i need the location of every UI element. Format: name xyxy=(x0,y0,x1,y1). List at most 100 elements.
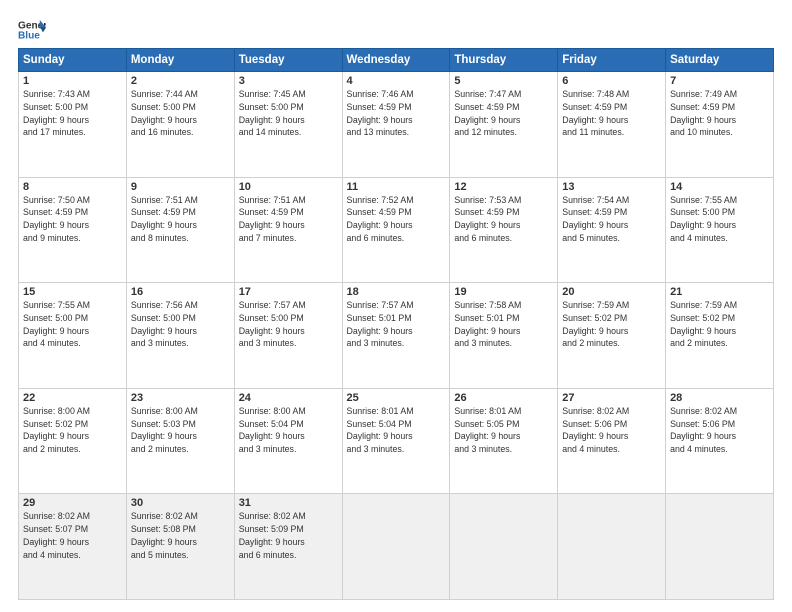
day-number: 8 xyxy=(23,181,122,193)
table-row: 23Sunrise: 8:00 AMSunset: 5:03 PMDayligh… xyxy=(126,388,234,494)
col-tuesday: Tuesday xyxy=(234,49,342,72)
col-monday: Monday xyxy=(126,49,234,72)
day-info: Sunrise: 8:02 AMSunset: 5:06 PMDaylight:… xyxy=(670,405,769,456)
table-row: 17Sunrise: 7:57 AMSunset: 5:00 PMDayligh… xyxy=(234,283,342,389)
day-number: 6 xyxy=(562,75,661,87)
day-info: Sunrise: 7:57 AMSunset: 5:00 PMDaylight:… xyxy=(239,299,338,350)
day-number: 5 xyxy=(454,75,553,87)
day-info: Sunrise: 8:01 AMSunset: 5:05 PMDaylight:… xyxy=(454,405,553,456)
day-info: Sunrise: 8:02 AMSunset: 5:09 PMDaylight:… xyxy=(239,510,338,561)
day-info: Sunrise: 7:55 AMSunset: 5:00 PMDaylight:… xyxy=(23,299,122,350)
table-row: 5Sunrise: 7:47 AMSunset: 4:59 PMDaylight… xyxy=(450,72,558,178)
col-wednesday: Wednesday xyxy=(342,49,450,72)
svg-text:Blue: Blue xyxy=(18,31,40,42)
day-info: Sunrise: 7:59 AMSunset: 5:02 PMDaylight:… xyxy=(670,299,769,350)
day-info: Sunrise: 7:45 AMSunset: 5:00 PMDaylight:… xyxy=(239,88,338,139)
table-row: 31Sunrise: 8:02 AMSunset: 5:09 PMDayligh… xyxy=(234,494,342,600)
day-number: 13 xyxy=(562,181,661,193)
table-row: 1Sunrise: 7:43 AMSunset: 5:00 PMDaylight… xyxy=(19,72,127,178)
day-number: 20 xyxy=(562,286,661,298)
day-info: Sunrise: 7:55 AMSunset: 5:00 PMDaylight:… xyxy=(670,194,769,245)
day-number: 17 xyxy=(239,286,338,298)
day-info: Sunrise: 7:50 AMSunset: 4:59 PMDaylight:… xyxy=(23,194,122,245)
table-row: 16Sunrise: 7:56 AMSunset: 5:00 PMDayligh… xyxy=(126,283,234,389)
table-row: 19Sunrise: 7:58 AMSunset: 5:01 PMDayligh… xyxy=(450,283,558,389)
day-info: Sunrise: 7:44 AMSunset: 5:00 PMDaylight:… xyxy=(131,88,230,139)
table-row: 8Sunrise: 7:50 AMSunset: 4:59 PMDaylight… xyxy=(19,177,127,283)
day-number: 23 xyxy=(131,392,230,404)
day-info: Sunrise: 7:47 AMSunset: 4:59 PMDaylight:… xyxy=(454,88,553,139)
day-number: 14 xyxy=(670,181,769,193)
day-number: 22 xyxy=(23,392,122,404)
logo: General Blue xyxy=(18,18,48,42)
day-number: 15 xyxy=(23,286,122,298)
day-info: Sunrise: 7:59 AMSunset: 5:02 PMDaylight:… xyxy=(562,299,661,350)
day-number: 25 xyxy=(347,392,446,404)
col-friday: Friday xyxy=(558,49,666,72)
table-row: 3Sunrise: 7:45 AMSunset: 5:00 PMDaylight… xyxy=(234,72,342,178)
day-info: Sunrise: 7:48 AMSunset: 4:59 PMDaylight:… xyxy=(562,88,661,139)
day-number: 28 xyxy=(670,392,769,404)
day-info: Sunrise: 7:53 AMSunset: 4:59 PMDaylight:… xyxy=(454,194,553,245)
day-info: Sunrise: 7:57 AMSunset: 5:01 PMDaylight:… xyxy=(347,299,446,350)
table-row xyxy=(450,494,558,600)
day-number: 12 xyxy=(454,181,553,193)
day-number: 9 xyxy=(131,181,230,193)
day-number: 30 xyxy=(131,497,230,509)
table-row: 6Sunrise: 7:48 AMSunset: 4:59 PMDaylight… xyxy=(558,72,666,178)
table-row: 30Sunrise: 8:02 AMSunset: 5:08 PMDayligh… xyxy=(126,494,234,600)
logo-icon: General Blue xyxy=(18,18,46,42)
day-info: Sunrise: 7:51 AMSunset: 4:59 PMDaylight:… xyxy=(131,194,230,245)
col-saturday: Saturday xyxy=(666,49,774,72)
day-number: 26 xyxy=(454,392,553,404)
table-row: 29Sunrise: 8:02 AMSunset: 5:07 PMDayligh… xyxy=(19,494,127,600)
day-info: Sunrise: 7:46 AMSunset: 4:59 PMDaylight:… xyxy=(347,88,446,139)
table-row: 28Sunrise: 8:02 AMSunset: 5:06 PMDayligh… xyxy=(666,388,774,494)
table-row: 22Sunrise: 8:00 AMSunset: 5:02 PMDayligh… xyxy=(19,388,127,494)
table-row xyxy=(558,494,666,600)
day-number: 27 xyxy=(562,392,661,404)
day-info: Sunrise: 7:52 AMSunset: 4:59 PMDaylight:… xyxy=(347,194,446,245)
table-row: 15Sunrise: 7:55 AMSunset: 5:00 PMDayligh… xyxy=(19,283,127,389)
day-info: Sunrise: 7:49 AMSunset: 4:59 PMDaylight:… xyxy=(670,88,769,139)
col-thursday: Thursday xyxy=(450,49,558,72)
table-row: 18Sunrise: 7:57 AMSunset: 5:01 PMDayligh… xyxy=(342,283,450,389)
day-number: 11 xyxy=(347,181,446,193)
day-info: Sunrise: 7:54 AMSunset: 4:59 PMDaylight:… xyxy=(562,194,661,245)
day-number: 24 xyxy=(239,392,338,404)
day-number: 21 xyxy=(670,286,769,298)
table-row: 10Sunrise: 7:51 AMSunset: 4:59 PMDayligh… xyxy=(234,177,342,283)
table-row: 7Sunrise: 7:49 AMSunset: 4:59 PMDaylight… xyxy=(666,72,774,178)
table-row: 12Sunrise: 7:53 AMSunset: 4:59 PMDayligh… xyxy=(450,177,558,283)
day-info: Sunrise: 8:00 AMSunset: 5:02 PMDaylight:… xyxy=(23,405,122,456)
day-number: 4 xyxy=(347,75,446,87)
day-number: 29 xyxy=(23,497,122,509)
day-number: 16 xyxy=(131,286,230,298)
day-number: 7 xyxy=(670,75,769,87)
day-info: Sunrise: 8:02 AMSunset: 5:06 PMDaylight:… xyxy=(562,405,661,456)
col-sunday: Sunday xyxy=(19,49,127,72)
day-info: Sunrise: 7:58 AMSunset: 5:01 PMDaylight:… xyxy=(454,299,553,350)
day-number: 19 xyxy=(454,286,553,298)
day-info: Sunrise: 8:02 AMSunset: 5:08 PMDaylight:… xyxy=(131,510,230,561)
day-info: Sunrise: 7:51 AMSunset: 4:59 PMDaylight:… xyxy=(239,194,338,245)
day-info: Sunrise: 8:00 AMSunset: 5:03 PMDaylight:… xyxy=(131,405,230,456)
table-row: 26Sunrise: 8:01 AMSunset: 5:05 PMDayligh… xyxy=(450,388,558,494)
day-info: Sunrise: 8:01 AMSunset: 5:04 PMDaylight:… xyxy=(347,405,446,456)
table-row: 21Sunrise: 7:59 AMSunset: 5:02 PMDayligh… xyxy=(666,283,774,389)
table-row xyxy=(342,494,450,600)
day-info: Sunrise: 8:02 AMSunset: 5:07 PMDaylight:… xyxy=(23,510,122,561)
table-row: 4Sunrise: 7:46 AMSunset: 4:59 PMDaylight… xyxy=(342,72,450,178)
table-row: 27Sunrise: 8:02 AMSunset: 5:06 PMDayligh… xyxy=(558,388,666,494)
day-number: 18 xyxy=(347,286,446,298)
calendar: Sunday Monday Tuesday Wednesday Thursday… xyxy=(18,48,774,600)
table-row: 9Sunrise: 7:51 AMSunset: 4:59 PMDaylight… xyxy=(126,177,234,283)
table-row: 24Sunrise: 8:00 AMSunset: 5:04 PMDayligh… xyxy=(234,388,342,494)
day-number: 3 xyxy=(239,75,338,87)
day-number: 10 xyxy=(239,181,338,193)
page-header: General Blue xyxy=(18,18,774,42)
table-row: 2Sunrise: 7:44 AMSunset: 5:00 PMDaylight… xyxy=(126,72,234,178)
day-number: 31 xyxy=(239,497,338,509)
day-number: 1 xyxy=(23,75,122,87)
table-row: 13Sunrise: 7:54 AMSunset: 4:59 PMDayligh… xyxy=(558,177,666,283)
